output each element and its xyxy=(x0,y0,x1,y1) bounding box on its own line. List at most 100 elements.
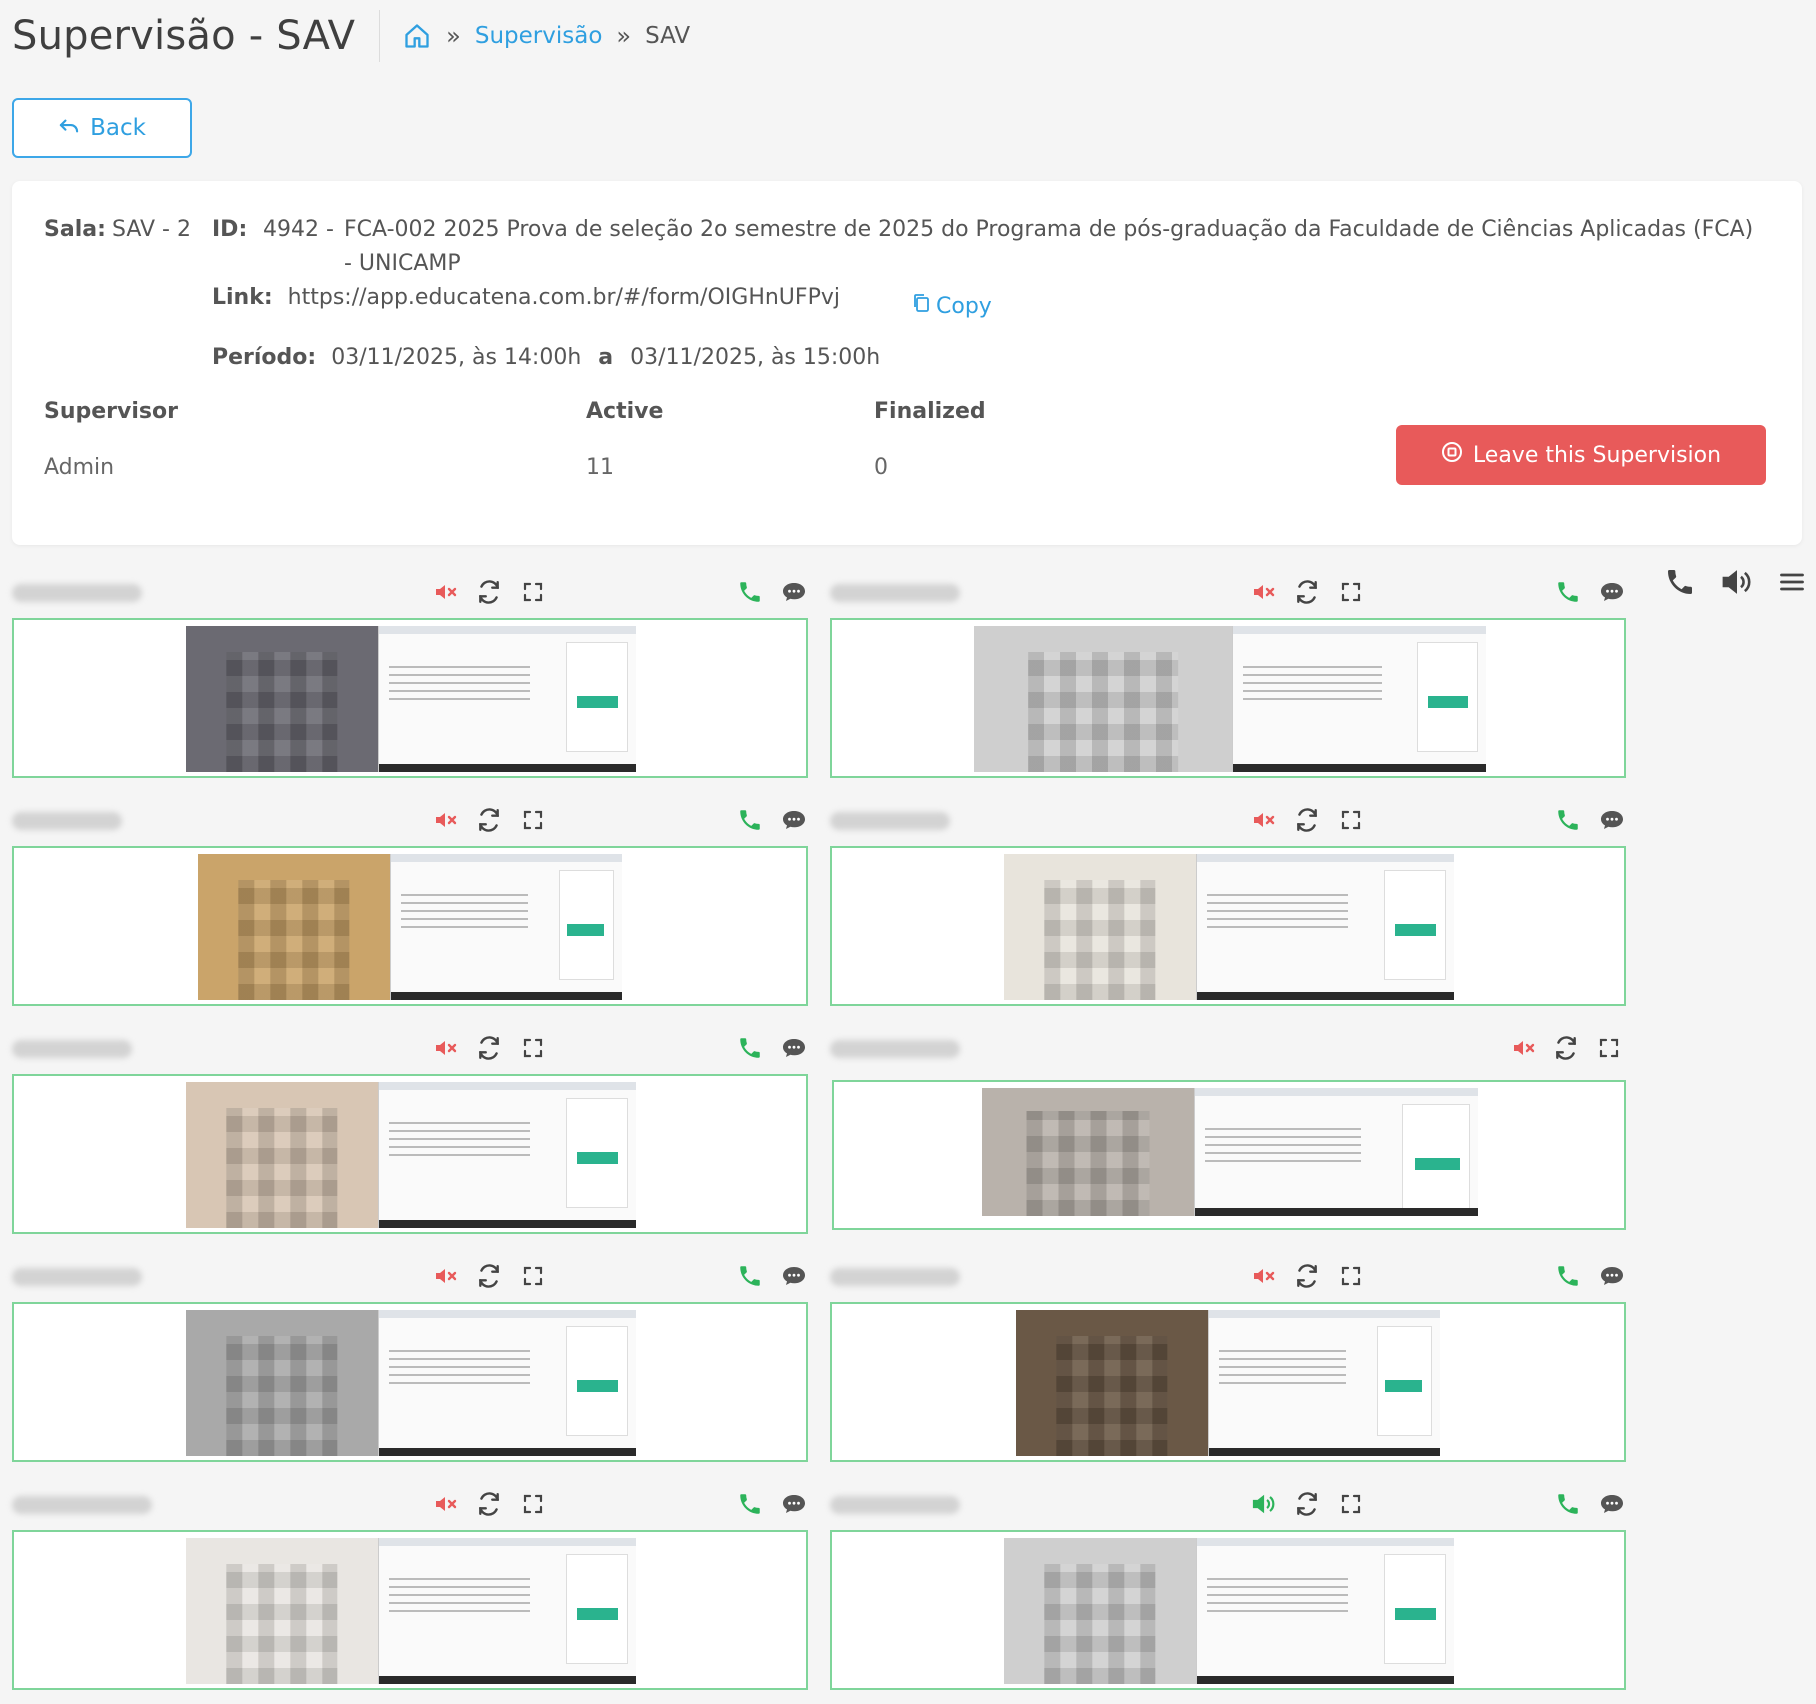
refresh-icon[interactable] xyxy=(475,806,503,834)
chat-icon[interactable] xyxy=(780,806,808,834)
fullscreen-icon[interactable] xyxy=(519,578,547,606)
fullscreen-icon[interactable] xyxy=(519,1490,547,1518)
call-icon[interactable] xyxy=(1554,1262,1582,1290)
chat-icon[interactable] xyxy=(780,578,808,606)
participant-name-blurred xyxy=(12,1268,142,1286)
muted-speaker-icon[interactable] xyxy=(432,1490,460,1518)
period-label: Período: xyxy=(212,345,317,370)
refresh-icon[interactable] xyxy=(475,1034,503,1062)
webcam-feed xyxy=(982,1088,1194,1216)
volume-icon[interactable] xyxy=(1720,566,1754,602)
call-icon[interactable] xyxy=(1554,1490,1582,1518)
speaker-on-icon[interactable] xyxy=(1250,1490,1278,1518)
fullscreen-icon[interactable] xyxy=(519,1262,547,1290)
muted-speaker-icon[interactable] xyxy=(1250,578,1278,606)
webcam-feed xyxy=(198,854,390,1000)
finalized-header: Finalized xyxy=(874,399,986,424)
leave-supervision-button[interactable]: Leave this Supervision xyxy=(1396,425,1766,485)
fullscreen-icon[interactable] xyxy=(1337,578,1365,606)
call-icon[interactable] xyxy=(1554,806,1582,834)
webcam-feed xyxy=(1004,1538,1196,1684)
fullscreen-icon[interactable] xyxy=(1337,1262,1365,1290)
refresh-icon[interactable] xyxy=(1293,578,1321,606)
muted-speaker-icon[interactable] xyxy=(1250,806,1278,834)
participant-name-blurred xyxy=(830,1268,960,1286)
muted-speaker-icon[interactable] xyxy=(432,578,460,606)
chat-icon[interactable] xyxy=(1598,806,1626,834)
menu-icon[interactable] xyxy=(1778,568,1806,600)
participant-video-frame[interactable] xyxy=(12,1074,808,1234)
stop-circle-icon xyxy=(1441,441,1463,469)
muted-speaker-icon[interactable] xyxy=(1250,1262,1278,1290)
participant-video-frame[interactable] xyxy=(12,1302,808,1462)
chat-icon[interactable] xyxy=(1598,1490,1626,1518)
webcam-feed xyxy=(186,1538,378,1684)
chat-icon[interactable] xyxy=(780,1262,808,1290)
active-value: 11 xyxy=(586,455,614,480)
pixelated-face xyxy=(1056,1336,1168,1456)
muted-speaker-icon[interactable] xyxy=(432,1262,460,1290)
fullscreen-icon[interactable] xyxy=(1337,806,1365,834)
participant-name-blurred xyxy=(830,812,950,830)
finalized-value: 0 xyxy=(874,455,888,480)
form-link-url: https://app.educatena.com.br/#/form/OIGH… xyxy=(287,285,840,310)
home-icon[interactable] xyxy=(402,22,432,50)
participant-video-frame[interactable] xyxy=(12,618,808,778)
participant-video-frame[interactable] xyxy=(12,846,808,1006)
webcam-feed xyxy=(1016,1310,1208,1456)
fullscreen-icon[interactable] xyxy=(1595,1034,1623,1062)
refresh-icon[interactable] xyxy=(1552,1034,1580,1062)
tile-header xyxy=(830,800,1626,840)
participant-tile xyxy=(12,1484,808,1690)
participant-video-frame[interactable] xyxy=(830,618,1626,778)
copy-link-button[interactable]: Copy xyxy=(912,293,992,319)
breadcrumb-separator: » xyxy=(616,22,632,50)
refresh-icon[interactable] xyxy=(1293,1262,1321,1290)
call-icon[interactable] xyxy=(736,1490,764,1518)
refresh-icon[interactable] xyxy=(1293,806,1321,834)
shared-screen xyxy=(378,1310,636,1456)
tile-header xyxy=(12,800,808,840)
participant-video-frame[interactable] xyxy=(12,1530,808,1690)
refresh-icon[interactable] xyxy=(475,578,503,606)
id-label: ID: xyxy=(212,217,248,242)
sala-label: Sala: xyxy=(44,217,106,242)
call-icon[interactable] xyxy=(736,806,764,834)
pixelated-face xyxy=(226,652,338,772)
exam-description: FCA-002 2025 Prova de seleção 2o semestr… xyxy=(344,217,1754,276)
screen-capture xyxy=(186,626,636,772)
fullscreen-icon[interactable] xyxy=(519,806,547,834)
pixelated-face xyxy=(226,1564,338,1684)
muted-speaker-icon[interactable] xyxy=(432,1034,460,1062)
screen-capture xyxy=(198,854,622,1000)
supervision-info-card: Sala: SAV - 2 ID: 4942 - FCA-002 2025 Pr… xyxy=(12,181,1802,545)
call-icon[interactable] xyxy=(1554,578,1582,606)
call-icon[interactable] xyxy=(736,1034,764,1062)
call-icon[interactable] xyxy=(736,578,764,606)
chat-icon[interactable] xyxy=(780,1490,808,1518)
fullscreen-icon[interactable] xyxy=(519,1034,547,1062)
muted-speaker-icon[interactable] xyxy=(1510,1034,1538,1062)
participant-video-frame[interactable] xyxy=(830,1530,1626,1690)
muted-speaker-icon[interactable] xyxy=(432,806,460,834)
webcam-feed xyxy=(186,1082,378,1228)
chat-icon[interactable] xyxy=(780,1034,808,1062)
period-line: Período: 03/11/2025, às 14:00h a 03/11/2… xyxy=(212,341,880,375)
participant-video-frame[interactable] xyxy=(830,1302,1626,1462)
fullscreen-icon[interactable] xyxy=(1337,1490,1365,1518)
leave-supervision-label: Leave this Supervision xyxy=(1472,442,1722,468)
participant-video-frame[interactable] xyxy=(832,1080,1626,1230)
tile-header xyxy=(12,1484,808,1524)
chat-icon[interactable] xyxy=(1598,578,1626,606)
call-icon[interactable] xyxy=(736,1262,764,1290)
phone-icon[interactable] xyxy=(1664,566,1696,602)
breadcrumb-link-supervisao[interactable]: Supervisão xyxy=(475,23,603,49)
back-button[interactable]: Back xyxy=(12,98,192,158)
supervisor-header: Supervisor xyxy=(44,399,178,424)
participant-video-frame[interactable] xyxy=(830,846,1626,1006)
refresh-icon[interactable] xyxy=(475,1262,503,1290)
refresh-icon[interactable] xyxy=(475,1490,503,1518)
sala-value: SAV - 2 xyxy=(112,217,191,242)
refresh-icon[interactable] xyxy=(1293,1490,1321,1518)
chat-icon[interactable] xyxy=(1598,1262,1626,1290)
